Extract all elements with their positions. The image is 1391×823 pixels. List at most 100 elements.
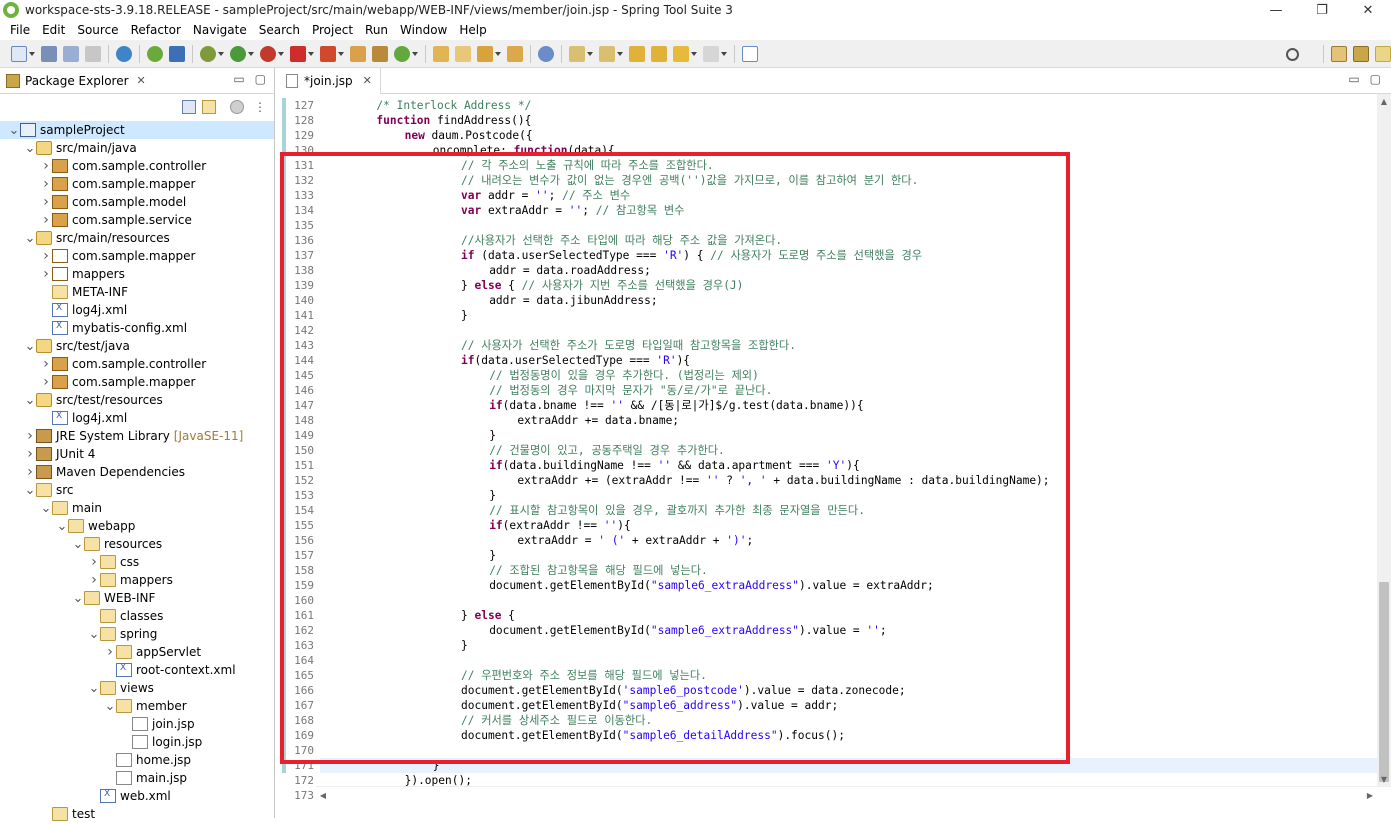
new-class-icon[interactable]	[372, 45, 388, 62]
menu-source[interactable]: Source	[71, 23, 124, 37]
save-all-icon[interactable]	[63, 45, 79, 62]
external-tools-icon[interactable]	[260, 45, 276, 62]
tree-item[interactable]: › mappers	[0, 265, 274, 283]
tree-item[interactable]: log4j.xml	[0, 301, 274, 319]
menu-edit[interactable]: Edit	[36, 23, 71, 37]
focus-task-icon[interactable]	[230, 100, 244, 114]
tree-item[interactable]: ⌄ spring	[0, 625, 274, 643]
minimize-editor-icon[interactable]: ▭	[1348, 72, 1359, 86]
spring-run-icon[interactable]	[147, 45, 163, 62]
tree-item[interactable]: main.jsp	[0, 769, 274, 787]
tree-item[interactable]: › com.sample.service	[0, 211, 274, 229]
prev-annotation-icon[interactable]	[599, 45, 615, 62]
tab-join-jsp[interactable]: *join.jsp ✕	[276, 67, 381, 94]
chevron-down-icon[interactable]: ⌄	[24, 481, 36, 499]
chevron-right-icon[interactable]: ›	[40, 157, 52, 175]
tree-item[interactable]: › JRE System Library [JavaSE-11]	[0, 427, 274, 445]
tree-item[interactable]: › com.sample.mapper	[0, 247, 274, 265]
tree-item[interactable]: join.jsp	[0, 715, 274, 733]
tree-item[interactable]: ⌄ sampleProject	[0, 121, 274, 139]
debug-icon[interactable]	[200, 45, 216, 62]
search-tool-icon[interactable]	[477, 45, 493, 62]
chevron-right-icon[interactable]: ›	[40, 265, 52, 283]
tree-item[interactable]: mybatis-config.xml	[0, 319, 274, 337]
maximize-editor-icon[interactable]: ▢	[1370, 72, 1381, 86]
scroll-left-icon[interactable]: ◀	[316, 787, 330, 802]
close-button[interactable]: ✕	[1345, 0, 1391, 20]
scroll-down-icon[interactable]: ▼	[1377, 772, 1391, 786]
code-editor[interactable]: 127 128 129 130 131 132 133 134 135 136 137 138 139 1…	[276, 94, 1391, 802]
tree-item[interactable]: › mappers	[0, 571, 274, 589]
scroll-right-icon[interactable]: ▶	[1363, 787, 1377, 802]
tree-item[interactable]: › com.sample.mapper	[0, 373, 274, 391]
next-annotation-dropdown-icon[interactable]	[587, 51, 593, 56]
chevron-down-icon[interactable]: ⌄	[24, 391, 36, 409]
forward-dropdown-icon[interactable]	[721, 51, 727, 56]
print-icon[interactable]	[85, 45, 101, 62]
chevron-right-icon[interactable]: ›	[40, 373, 52, 391]
menu-search[interactable]: Search	[253, 23, 306, 37]
chevron-right-icon[interactable]: ›	[88, 571, 100, 589]
tree-item[interactable]: web.xml	[0, 787, 274, 805]
back-icon[interactable]	[673, 45, 689, 62]
maximize-button[interactable]: ❐	[1299, 0, 1345, 20]
run-icon[interactable]	[230, 45, 246, 62]
menu-window[interactable]: Window	[394, 23, 453, 37]
chevron-down-icon[interactable]: ⌄	[24, 229, 36, 247]
tree-item[interactable]: › Maven Dependencies	[0, 463, 274, 481]
new-dropdown-icon[interactable]	[29, 51, 35, 56]
tree-item[interactable]: › com.sample.model	[0, 193, 274, 211]
chevron-right-icon[interactable]: ›	[40, 193, 52, 211]
open-resource-icon[interactable]	[455, 45, 471, 62]
menu-project[interactable]: Project	[306, 23, 359, 37]
tree-item[interactable]: login.jsp	[0, 733, 274, 751]
debug-dropdown-icon[interactable]	[218, 51, 224, 56]
tree-item[interactable]: ⌄ src/test/java	[0, 337, 274, 355]
chevron-right-icon[interactable]: ›	[40, 175, 52, 193]
browser-icon[interactable]	[538, 45, 554, 62]
menu-navigate[interactable]: Navigate	[187, 23, 253, 37]
tree-item[interactable]: ⌄ src/main/java	[0, 139, 274, 157]
search-tool-dropdown-icon[interactable]	[495, 51, 501, 56]
relaunch-icon[interactable]	[320, 45, 336, 62]
menu-run[interactable]: Run	[359, 23, 394, 37]
new-icon[interactable]	[11, 45, 27, 62]
chevron-down-icon[interactable]: ⌄	[88, 625, 100, 643]
chevron-right-icon[interactable]: ›	[40, 355, 52, 373]
open-perspective-icon[interactable]	[1331, 46, 1347, 62]
chevron-down-icon[interactable]: ⌄	[56, 517, 68, 535]
view-menu-icon[interactable]: ⋮	[254, 100, 266, 114]
menu-refactor[interactable]: Refactor	[125, 23, 187, 37]
link-with-editor-icon[interactable]	[202, 100, 216, 114]
back-dropdown-icon[interactable]	[691, 51, 697, 56]
tree-item[interactable]: ⌄ src/main/resources	[0, 229, 274, 247]
chevron-down-icon[interactable]: ⌄	[24, 337, 36, 355]
tree-item[interactable]: › appServlet	[0, 643, 274, 661]
save-icon[interactable]	[41, 45, 57, 62]
tree-item[interactable]: › JUnit 4	[0, 445, 274, 463]
minimize-button[interactable]: —	[1253, 0, 1299, 20]
chevron-right-icon[interactable]: ›	[24, 445, 36, 463]
last-edit-icon[interactable]	[629, 45, 645, 62]
open-perspective-window-icon[interactable]	[742, 45, 758, 62]
chevron-right-icon[interactable]: ›	[40, 247, 52, 265]
chevron-right-icon[interactable]: ›	[40, 211, 52, 229]
tree-item[interactable]: log4j.xml	[0, 409, 274, 427]
tree-item[interactable]: ⌄ resources	[0, 535, 274, 553]
console-icon[interactable]	[169, 45, 185, 62]
minimize-view-icon[interactable]: ▭	[233, 72, 244, 86]
chevron-down-icon[interactable]: ⌄	[8, 121, 20, 139]
chevron-down-icon[interactable]: ⌄	[72, 589, 84, 607]
tree-item[interactable]: › com.sample.controller	[0, 355, 274, 373]
tab-package-explorer[interactable]: Package Explorer ✕	[0, 68, 152, 94]
tree-item[interactable]: ⌄ main	[0, 499, 274, 517]
run-dropdown-icon[interactable]	[248, 51, 254, 56]
stop-icon[interactable]	[290, 45, 306, 62]
chevron-right-icon[interactable]: ›	[24, 427, 36, 445]
open-type-icon[interactable]	[433, 45, 449, 62]
external-tools-dropdown-icon[interactable]	[278, 51, 284, 56]
chevron-down-icon[interactable]: ⌄	[104, 697, 116, 715]
tree-item[interactable]: ⌄ webapp	[0, 517, 274, 535]
java-ee-perspective-icon[interactable]	[1353, 46, 1369, 62]
chevron-right-icon[interactable]: ›	[104, 643, 116, 661]
